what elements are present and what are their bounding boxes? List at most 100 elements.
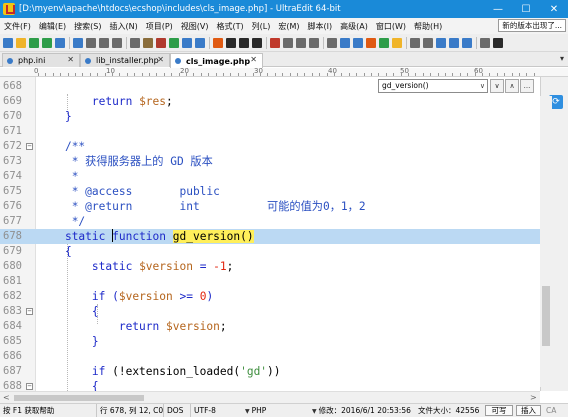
new-file-icon[interactable]: [3, 37, 13, 48]
code-line: 683 − {: [0, 304, 540, 319]
menu-help[interactable]: 帮助(H): [410, 21, 446, 32]
tab-lib-installer[interactable]: lib_installer.php ✕: [80, 53, 170, 67]
toolbar-separator: [476, 36, 477, 49]
menu-search[interactable]: 搜索(S): [70, 21, 105, 32]
ruler-tick: [274, 73, 276, 76]
open-icon[interactable]: [16, 37, 26, 48]
settings-icon[interactable]: [226, 37, 236, 48]
cut-icon[interactable]: [353, 37, 363, 48]
new-file-icon[interactable]: [252, 37, 262, 48]
paste-icon[interactable]: [130, 37, 140, 48]
find-icon[interactable]: [143, 37, 153, 48]
menu-column[interactable]: 列(L): [248, 21, 275, 32]
new-version-button[interactable]: 新的版本出现了...: [498, 19, 566, 32]
word-wrap-icon[interactable]: [423, 37, 433, 48]
menu-edit[interactable]: 编辑(E): [35, 21, 70, 32]
ruler-tick: [437, 73, 439, 76]
horizontal-scrollbar[interactable]: < >: [0, 391, 540, 403]
menu-script[interactable]: 脚本(I): [304, 21, 337, 32]
macro-icon[interactable]: [213, 37, 223, 48]
settings-icon[interactable]: [480, 37, 490, 48]
menu-macro[interactable]: 宏(M): [274, 21, 303, 32]
menu-file[interactable]: 文件(F): [0, 21, 35, 32]
save-all-icon[interactable]: [73, 37, 83, 48]
previous-function-button[interactable]: ∧: [505, 79, 519, 93]
cut-icon[interactable]: [99, 37, 109, 48]
ruler-tick: [297, 73, 298, 76]
syntax-select[interactable]: ▼ PHP: [245, 404, 266, 417]
fold-toggle-icon[interactable]: −: [26, 143, 33, 150]
tab-list-icon[interactable]: ▾: [560, 54, 564, 63]
scrollbar-thumb[interactable]: [14, 395, 144, 401]
ruler-tick: [282, 73, 284, 76]
function-list-select[interactable]: gd_version() ∨: [378, 79, 488, 93]
replace-icon[interactable]: [410, 37, 420, 48]
ruler-tick: [178, 73, 180, 76]
toolbar: [0, 34, 568, 52]
encoding[interactable]: UTF-8: [190, 404, 216, 417]
minimize-button[interactable]: —: [484, 0, 512, 18]
forward-icon[interactable]: [296, 37, 306, 48]
compare-icon[interactable]: [195, 37, 205, 48]
function-name-highlight: gd_version(): [172, 230, 254, 243]
save-icon[interactable]: [309, 37, 319, 48]
back-icon[interactable]: [29, 37, 39, 48]
back-icon[interactable]: [283, 37, 293, 48]
forward-icon[interactable]: [42, 37, 52, 48]
scroll-left-icon[interactable]: <: [3, 392, 10, 403]
menu-insert[interactable]: 插入(N): [105, 21, 141, 32]
more-options-button[interactable]: ...: [520, 79, 534, 93]
tab-php-ini[interactable]: php.ini ✕: [2, 53, 80, 67]
help-icon[interactable]: [493, 37, 503, 48]
print-icon[interactable]: [340, 37, 350, 48]
save-icon[interactable]: [55, 37, 65, 48]
menu-window[interactable]: 窗口(W): [372, 21, 410, 32]
insert-mode-toggle[interactable]: 插入: [516, 405, 541, 416]
compare-icon[interactable]: [449, 37, 459, 48]
open-icon[interactable]: [270, 37, 280, 48]
close-button[interactable]: ✕: [540, 0, 568, 18]
ftp-icon[interactable]: [436, 37, 446, 48]
help-icon[interactable]: [239, 37, 249, 48]
fold-toggle-icon[interactable]: −: [26, 308, 33, 315]
scroll-right-icon[interactable]: >: [530, 392, 537, 403]
tab-cls-image[interactable]: cls_image.php ✕: [170, 53, 263, 68]
find-icon[interactable]: [392, 37, 402, 48]
menu-view[interactable]: 视图(V): [177, 21, 213, 32]
line-number: 687: [3, 365, 22, 377]
menu-format[interactable]: 格式(T): [213, 21, 248, 32]
line-number: 676: [3, 200, 22, 212]
word-wrap-icon[interactable]: [169, 37, 179, 48]
maximize-button[interactable]: ☐: [512, 0, 540, 18]
ruler-tick: [422, 73, 424, 76]
tab-close-icon[interactable]: ✕: [250, 55, 257, 64]
line-ending[interactable]: DOS: [163, 404, 183, 417]
copy-icon[interactable]: [112, 37, 122, 48]
chevron-down-icon[interactable]: ∨: [480, 80, 485, 92]
vertical-scrollbar[interactable]: [540, 96, 552, 387]
next-function-button[interactable]: ∨: [490, 79, 504, 93]
menu-advanced[interactable]: 高级(A): [336, 21, 372, 32]
macro-icon[interactable]: [462, 37, 472, 48]
print-icon[interactable]: [86, 37, 96, 48]
menu-project[interactable]: 项目(P): [142, 21, 177, 32]
ruler-tick: [496, 73, 498, 76]
writable-toggle[interactable]: 可写: [485, 405, 513, 416]
code-editor[interactable]: 668 669 return $res; 670 } 671 672 − /**…: [0, 77, 540, 391]
tab-close-icon[interactable]: ✕: [67, 55, 74, 64]
fold-toggle-icon[interactable]: −: [26, 383, 33, 390]
ruler-tick: [119, 73, 121, 76]
ruler-tick: [533, 73, 535, 76]
tab-close-icon[interactable]: ✕: [157, 55, 164, 64]
paste-icon[interactable]: [379, 37, 389, 48]
replace-icon[interactable]: [156, 37, 166, 48]
ruler-tick: [363, 73, 365, 76]
copy-icon[interactable]: [366, 37, 376, 48]
scrollbar-thumb[interactable]: [542, 286, 550, 346]
line-number: 685: [3, 335, 22, 347]
ftp-icon[interactable]: [182, 37, 192, 48]
save-all-icon[interactable]: [327, 37, 337, 48]
line-number: 675: [3, 185, 22, 197]
code-text: *: [71, 170, 79, 183]
ruler-tick: [75, 73, 76, 76]
